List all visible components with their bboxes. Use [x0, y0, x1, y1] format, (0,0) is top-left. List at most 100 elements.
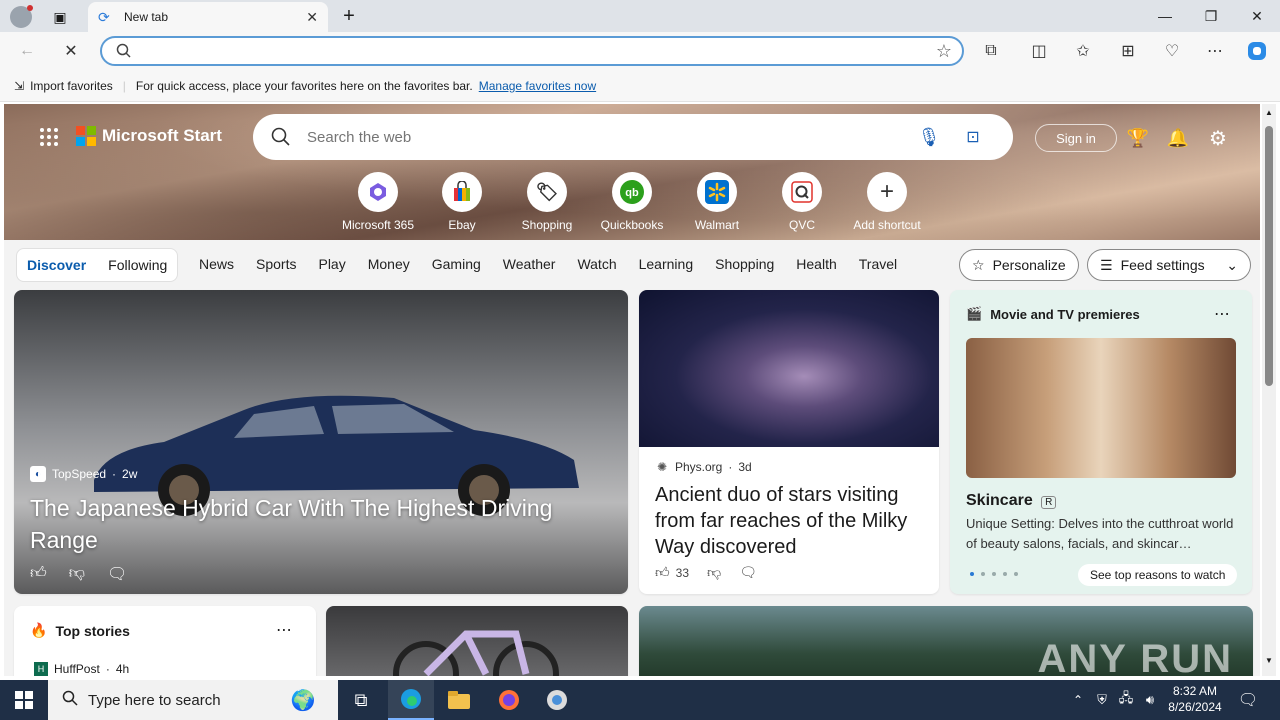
- back-button[interactable]: ←: [12, 36, 42, 66]
- web-search-input[interactable]: [307, 128, 907, 146]
- notification-center-icon[interactable]: 🗨: [1226, 680, 1270, 720]
- split-screen-icon[interactable]: ◫: [1024, 36, 1054, 66]
- microsoft365-icon: [358, 172, 398, 212]
- like-icon[interactable]: 👍︎: [30, 564, 47, 584]
- extensions-icon[interactable]: ⧉: [976, 36, 1006, 66]
- separator: ·: [728, 460, 733, 474]
- tab-new-tab[interactable]: ⟳ New tab ✕: [88, 2, 328, 32]
- physorg-logo-icon: ✺: [656, 460, 668, 474]
- category-travel[interactable]: Travel: [859, 256, 897, 272]
- see-reasons-button[interactable]: See top reasons to watch: [1078, 564, 1238, 586]
- shortcut-label: Add shortcut: [853, 218, 921, 232]
- divider: |: [122, 78, 126, 93]
- restore-button[interactable]: ❐: [1188, 0, 1234, 32]
- category-play[interactable]: Play: [318, 256, 345, 272]
- rewards-icon[interactable]: 🏆: [1126, 126, 1150, 150]
- shortcut-shopping[interactable]: 🏷 Shopping: [505, 172, 589, 232]
- apps-grid-icon[interactable]: [38, 126, 60, 148]
- article-headline[interactable]: Ancient duo of stars visiting from far r…: [655, 482, 927, 560]
- address-bar[interactable]: ☆: [100, 36, 964, 66]
- category-watch[interactable]: Watch: [577, 256, 616, 272]
- shortcut-ebay[interactable]: Ebay: [420, 172, 504, 232]
- task-view-icon[interactable]: ⧉: [338, 680, 384, 720]
- scroll-up-icon[interactable]: ▲: [1265, 108, 1273, 117]
- app-taskbar-icon[interactable]: [534, 680, 580, 720]
- new-tab-button[interactable]: +: [336, 4, 362, 28]
- shortcut-microsoft365[interactable]: Microsoft 365: [336, 172, 420, 232]
- stop-button[interactable]: ✕: [56, 36, 86, 66]
- category-sports[interactable]: Sports: [256, 256, 296, 272]
- movie-description: Unique Setting: Delves into the cutthroa…: [966, 516, 1234, 551]
- volume-icon[interactable]: 🔊︎: [1138, 680, 1162, 720]
- category-learning[interactable]: Learning: [639, 256, 694, 272]
- windows-start-button[interactable]: [0, 680, 48, 720]
- network-icon[interactable]: 🖧: [1114, 680, 1138, 720]
- manage-favorites-link[interactable]: Manage favorites now: [479, 79, 596, 93]
- copilot-icon[interactable]: [1242, 36, 1272, 66]
- source-name: Phys.org: [675, 460, 723, 474]
- top-stories-card[interactable]: 🔥 Top stories ⋯ H HuffPost · 4h: [14, 606, 316, 676]
- comment-icon[interactable]: 🗨: [739, 564, 757, 581]
- shortcut-add[interactable]: + Add shortcut: [845, 172, 929, 232]
- taskbar-search[interactable]: Type here to search 🌍: [48, 680, 338, 720]
- favorite-star-icon[interactable]: ☆: [926, 41, 962, 62]
- visual-search-icon[interactable]: ⊡: [951, 127, 995, 147]
- scrollbar-thumb[interactable]: [1265, 126, 1273, 386]
- article-headline[interactable]: The Japanese Hybrid Car With The Highest…: [30, 492, 610, 556]
- more-options-icon[interactable]: ⋯: [1214, 304, 1230, 324]
- more-menu-icon[interactable]: ⋯: [1200, 36, 1230, 66]
- category-shopping[interactable]: Shopping: [715, 256, 774, 272]
- sign-in-button[interactable]: Sign in: [1035, 124, 1117, 152]
- tab-actions-icon[interactable]: ▣: [48, 6, 72, 28]
- show-hidden-icons-chevron-icon[interactable]: ⌃: [1066, 680, 1090, 720]
- microphone-icon[interactable]: 🎙: [907, 127, 951, 148]
- space-article-card[interactable]: ✺ Phys.org · 3d Ancient duo of stars vis…: [639, 290, 939, 594]
- notifications-bell-icon[interactable]: 🔔: [1166, 126, 1190, 150]
- comment-icon[interactable]: 🗨: [107, 564, 127, 584]
- edge-taskbar-icon[interactable]: [388, 680, 434, 720]
- tab-following[interactable]: Following: [108, 257, 167, 273]
- web-search-box[interactable]: 🎙 ⊡: [253, 114, 1013, 160]
- firefox-icon[interactable]: [486, 680, 532, 720]
- movie-title-text: Skincare: [966, 492, 1033, 509]
- favorites-icon[interactable]: ✩: [1068, 36, 1098, 66]
- featured-article-card[interactable]: ◐ TopSpeed · 2w The Japanese Hybrid Car …: [14, 290, 628, 594]
- category-health[interactable]: Health: [796, 256, 836, 272]
- movie-premieres-card[interactable]: 🎬 Movie and TV premieres ⋯ Skincare R Un…: [950, 290, 1252, 594]
- like-icon[interactable]: 👍︎: [655, 564, 670, 581]
- category-gaming[interactable]: Gaming: [432, 256, 481, 272]
- more-options-icon[interactable]: ⋯: [276, 620, 292, 640]
- feed-settings-button[interactable]: ☰ Feed settings ⌄: [1087, 249, 1251, 281]
- browser-essentials-icon[interactable]: ♡: [1157, 36, 1187, 66]
- import-favorites[interactable]: Import favorites: [30, 79, 113, 93]
- address-input[interactable]: [144, 43, 926, 59]
- file-explorer-icon[interactable]: [436, 680, 482, 720]
- personalize-button[interactable]: ☆ Personalize: [959, 249, 1079, 281]
- source-name: HuffPost: [54, 662, 100, 676]
- collections-icon[interactable]: ⊞: [1113, 36, 1143, 66]
- settings-gear-icon[interactable]: ⚙: [1206, 126, 1230, 150]
- system-clock[interactable]: 8:32 AM 8/26/2024: [1166, 683, 1224, 715]
- separator: ·: [105, 662, 110, 676]
- landscape-article-card[interactable]: ANY RUN: [639, 606, 1253, 676]
- dislike-icon[interactable]: 👎︎: [69, 564, 85, 584]
- category-news[interactable]: News: [199, 256, 234, 272]
- close-tab-icon[interactable]: ✕: [306, 9, 318, 26]
- page-scrollbar[interactable]: ▲ ▼: [1262, 104, 1276, 676]
- shortcut-qvc[interactable]: QVC: [760, 172, 844, 232]
- category-money[interactable]: Money: [368, 256, 410, 272]
- tray-app-icon[interactable]: ⛨: [1090, 680, 1114, 720]
- bike-article-card[interactable]: [326, 606, 628, 676]
- category-weather[interactable]: Weather: [503, 256, 556, 272]
- sparkle-star-icon: ☆: [972, 256, 985, 273]
- feed-tabs: Discover Following: [16, 248, 178, 282]
- shortcut-walmart[interactable]: Walmart: [675, 172, 759, 232]
- carousel-dots[interactable]: [970, 572, 1018, 576]
- brand-logo[interactable]: Microsoft Start: [76, 126, 222, 146]
- shortcut-quickbooks[interactable]: qb Quickbooks: [590, 172, 674, 232]
- dislike-icon[interactable]: 👎︎: [707, 564, 721, 581]
- tab-discover[interactable]: Discover: [27, 257, 86, 273]
- close-window-button[interactable]: ✕: [1234, 0, 1280, 32]
- scroll-down-icon[interactable]: ▼: [1265, 656, 1273, 665]
- minimize-button[interactable]: —: [1142, 0, 1188, 32]
